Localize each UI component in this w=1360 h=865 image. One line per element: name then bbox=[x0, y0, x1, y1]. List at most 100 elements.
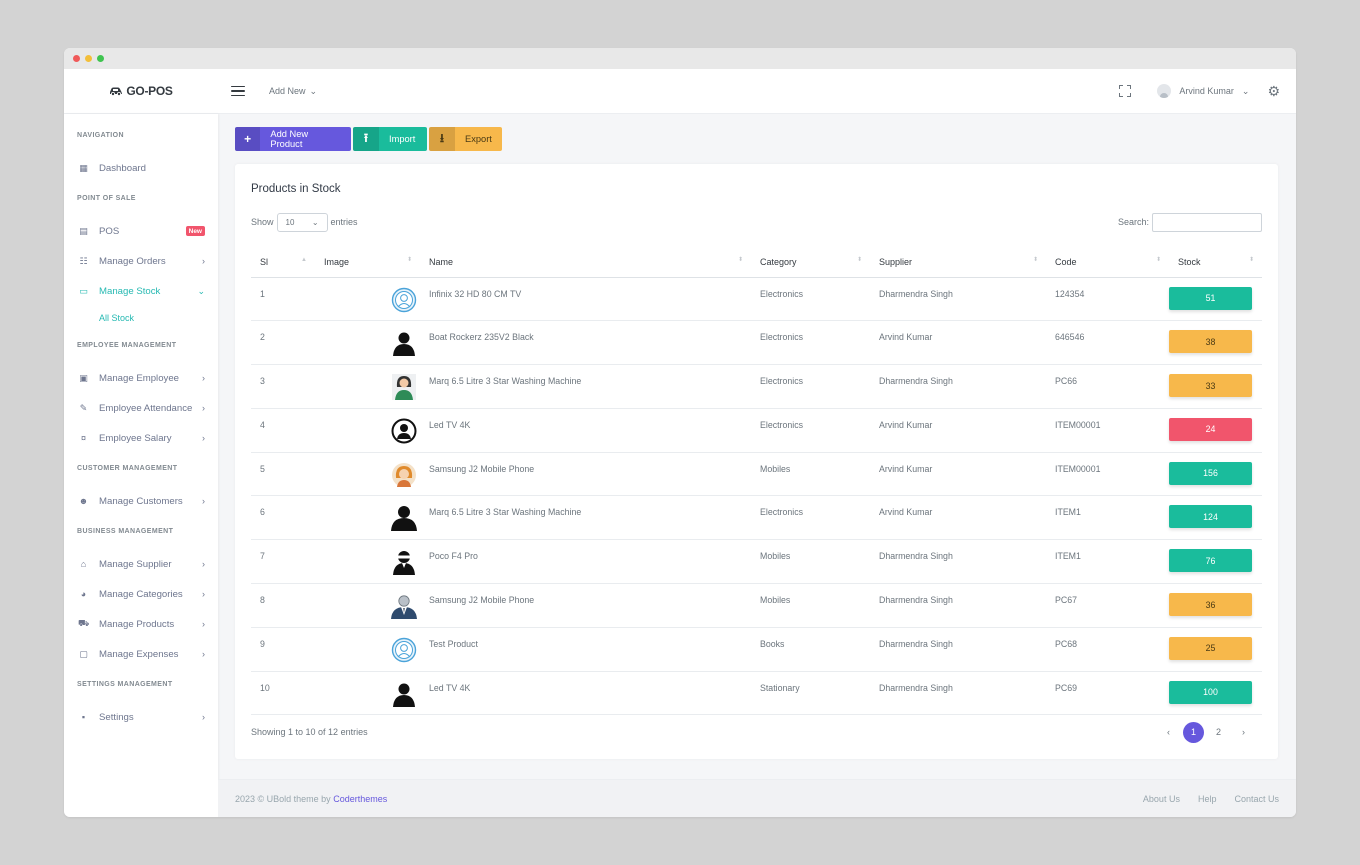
footer: 2023 © UBold theme by Coderthemes About … bbox=[218, 779, 1296, 817]
cell-category: Mobiles bbox=[751, 539, 870, 585]
minimize-dot[interactable] bbox=[85, 55, 92, 62]
table-row: 9 Test Product Books Dharmendra Singh PC68 25 bbox=[251, 627, 1262, 672]
sidebar-item-label: Employee Attendance bbox=[99, 402, 193, 414]
sidebar-item-expenses[interactable]: ▢ Manage Expenses › bbox=[64, 639, 218, 669]
sidebar-item-label: Manage Orders bbox=[99, 255, 166, 267]
nav-section-title: POINT OF SALE bbox=[77, 195, 136, 202]
stock-badge: 124 bbox=[1169, 505, 1252, 529]
column-header-supplier[interactable]: Supplier ⬍ bbox=[870, 247, 1046, 278]
table-row: 7 Poco F4 Pro Mobiles Dharmendra Singh ITEM1… bbox=[251, 539, 1262, 585]
brand-link[interactable]: Coderthemes bbox=[333, 794, 387, 804]
product-avatar-icon bbox=[388, 374, 420, 401]
column-header-image[interactable]: Image ⬍ bbox=[315, 247, 420, 278]
sidebar-item-label: Manage Stock bbox=[99, 285, 161, 297]
cell-code: 124354 bbox=[1046, 277, 1169, 322]
chevron-right-icon: › bbox=[202, 256, 205, 266]
cell-code: ITEM00001 bbox=[1046, 452, 1169, 497]
cell-sl: 8 bbox=[251, 583, 315, 628]
salary-icon: ¤ bbox=[80, 433, 86, 443]
cell-sl: 10 bbox=[251, 671, 315, 716]
sidebar-item-orders[interactable]: ☷ Manage Orders › bbox=[64, 246, 218, 276]
gear-icon[interactable]: ⚙ bbox=[1267, 84, 1280, 98]
cell-name: Led TV 4K bbox=[420, 671, 751, 716]
sidebar-item-stock[interactable]: ▭ Manage Stock ⌄ bbox=[64, 276, 218, 306]
cell-sl: 3 bbox=[251, 364, 315, 409]
product-avatar-icon bbox=[388, 462, 420, 488]
cell-category: Electronics bbox=[751, 495, 870, 541]
chevron-right-icon: › bbox=[202, 433, 205, 443]
pie-chart-icon: ◕ bbox=[80, 589, 87, 599]
sidebar-item-categories[interactable]: ◕ Manage Categories › bbox=[64, 579, 218, 609]
pagination-info: Showing 1 to 10 of 12 entries bbox=[251, 727, 368, 738]
chevron-right-icon: › bbox=[202, 619, 205, 629]
cell-image bbox=[315, 495, 420, 541]
column-header-category[interactable]: Category ⬍ bbox=[751, 247, 870, 278]
search-input[interactable] bbox=[1152, 212, 1262, 232]
sidebar-item-salary[interactable]: ¤ Employee Salary › bbox=[64, 423, 218, 453]
cell-stock: 76 bbox=[1169, 539, 1262, 585]
cell-code: ITEM1 bbox=[1046, 539, 1169, 585]
page-button-2[interactable]: 2 bbox=[1208, 722, 1229, 743]
sidebar-item-supplier[interactable]: ⌂ Manage Supplier › bbox=[64, 549, 218, 579]
contact-link[interactable]: Contact Us bbox=[1234, 794, 1279, 804]
column-header-name[interactable]: Name ⬍ bbox=[420, 247, 751, 278]
cell-image bbox=[315, 539, 420, 585]
export-button[interactable]: ⭳ Export bbox=[429, 127, 502, 151]
cell-code: PC66 bbox=[1046, 364, 1169, 409]
menu-toggle-icon[interactable] bbox=[231, 85, 245, 97]
column-header-sl[interactable]: Sl ▲ bbox=[251, 247, 315, 278]
sidebar-item-pos[interactable]: ▤ POS New bbox=[64, 216, 218, 246]
prev-page-button[interactable]: ‹ bbox=[1158, 722, 1179, 743]
stock-card: Products in Stock Show 10 ⌄ entries Sear… bbox=[235, 164, 1278, 759]
cell-stock: 38 bbox=[1169, 320, 1262, 366]
add-product-button[interactable]: + Add New Product bbox=[235, 127, 351, 151]
product-avatar-icon bbox=[388, 637, 420, 663]
close-dot[interactable] bbox=[73, 55, 80, 62]
chevron-right-icon: › bbox=[202, 403, 205, 413]
stock-badge: 38 bbox=[1169, 330, 1252, 354]
sidebar-subitem-all-stock[interactable]: All Stock bbox=[64, 306, 218, 330]
import-button[interactable]: ⭱ Import bbox=[353, 127, 427, 151]
cell-stock: 33 bbox=[1169, 364, 1262, 409]
cell-supplier: Dharmendra Singh bbox=[870, 539, 1046, 585]
chevron-right-icon: › bbox=[202, 649, 205, 659]
list-icon: ☷ bbox=[79, 255, 88, 266]
window-icon: ▢ bbox=[79, 648, 88, 659]
column-header-code[interactable]: Code ⬍ bbox=[1046, 247, 1169, 278]
cell-category: Mobiles bbox=[751, 452, 870, 497]
help-link[interactable]: Help bbox=[1198, 794, 1217, 804]
sidebar-item-products[interactable]: ⛟ Manage Products › bbox=[64, 609, 218, 639]
logo-text: GO-POS bbox=[126, 84, 173, 98]
product-avatar-icon bbox=[388, 505, 420, 532]
sidebar-item-customers[interactable]: ☻ Manage Customers › bbox=[64, 486, 218, 516]
new-badge: New bbox=[185, 226, 205, 236]
sidebar-item-settings[interactable]: ▪ Settings › bbox=[64, 702, 218, 732]
fullscreen-icon[interactable] bbox=[1119, 85, 1132, 97]
cell-stock: 24 bbox=[1169, 408, 1262, 453]
stock-badge: 100 bbox=[1169, 680, 1252, 704]
sidebar-item-attendance[interactable]: ✎ Employee Attendance › bbox=[64, 393, 218, 423]
logo[interactable]: GO-POS bbox=[64, 84, 218, 98]
cell-supplier: Dharmendra Singh bbox=[870, 277, 1046, 322]
sidebar-item-dashboard[interactable]: ▦ Dashboard bbox=[64, 153, 218, 183]
topbar: GO-POS Add New ⌄ Arvind Kumar ⌄ ⚙ bbox=[64, 69, 1296, 114]
page-button-1[interactable]: 1 bbox=[1183, 721, 1204, 743]
cell-image bbox=[315, 408, 420, 453]
add-new-dropdown[interactable]: Add New ⌄ bbox=[269, 86, 317, 97]
next-page-button[interactable]: › bbox=[1233, 722, 1254, 743]
user-menu[interactable]: Arvind Kumar ⌄ bbox=[1157, 84, 1249, 98]
column-header-stock[interactable]: Stock ⬍ bbox=[1169, 247, 1262, 278]
cell-supplier: Dharmendra Singh bbox=[870, 671, 1046, 716]
sidebar-item-employee[interactable]: ▣ Manage Employee › bbox=[64, 363, 218, 393]
chevron-down-icon: ⌄ bbox=[311, 217, 319, 227]
users-icon: ☻ bbox=[78, 496, 89, 506]
sidebar-item-label: Manage Expenses bbox=[99, 648, 179, 660]
about-link[interactable]: About Us bbox=[1143, 794, 1180, 804]
cell-stock: 156 bbox=[1169, 452, 1262, 497]
cell-supplier: Arvind Kumar bbox=[870, 495, 1046, 541]
cell-image bbox=[315, 320, 420, 366]
cell-code: PC67 bbox=[1046, 583, 1169, 628]
page-size-select[interactable]: 10 ⌄ bbox=[276, 212, 328, 232]
maximize-dot[interactable] bbox=[97, 55, 104, 62]
upload-icon: ⭱ bbox=[353, 127, 379, 151]
